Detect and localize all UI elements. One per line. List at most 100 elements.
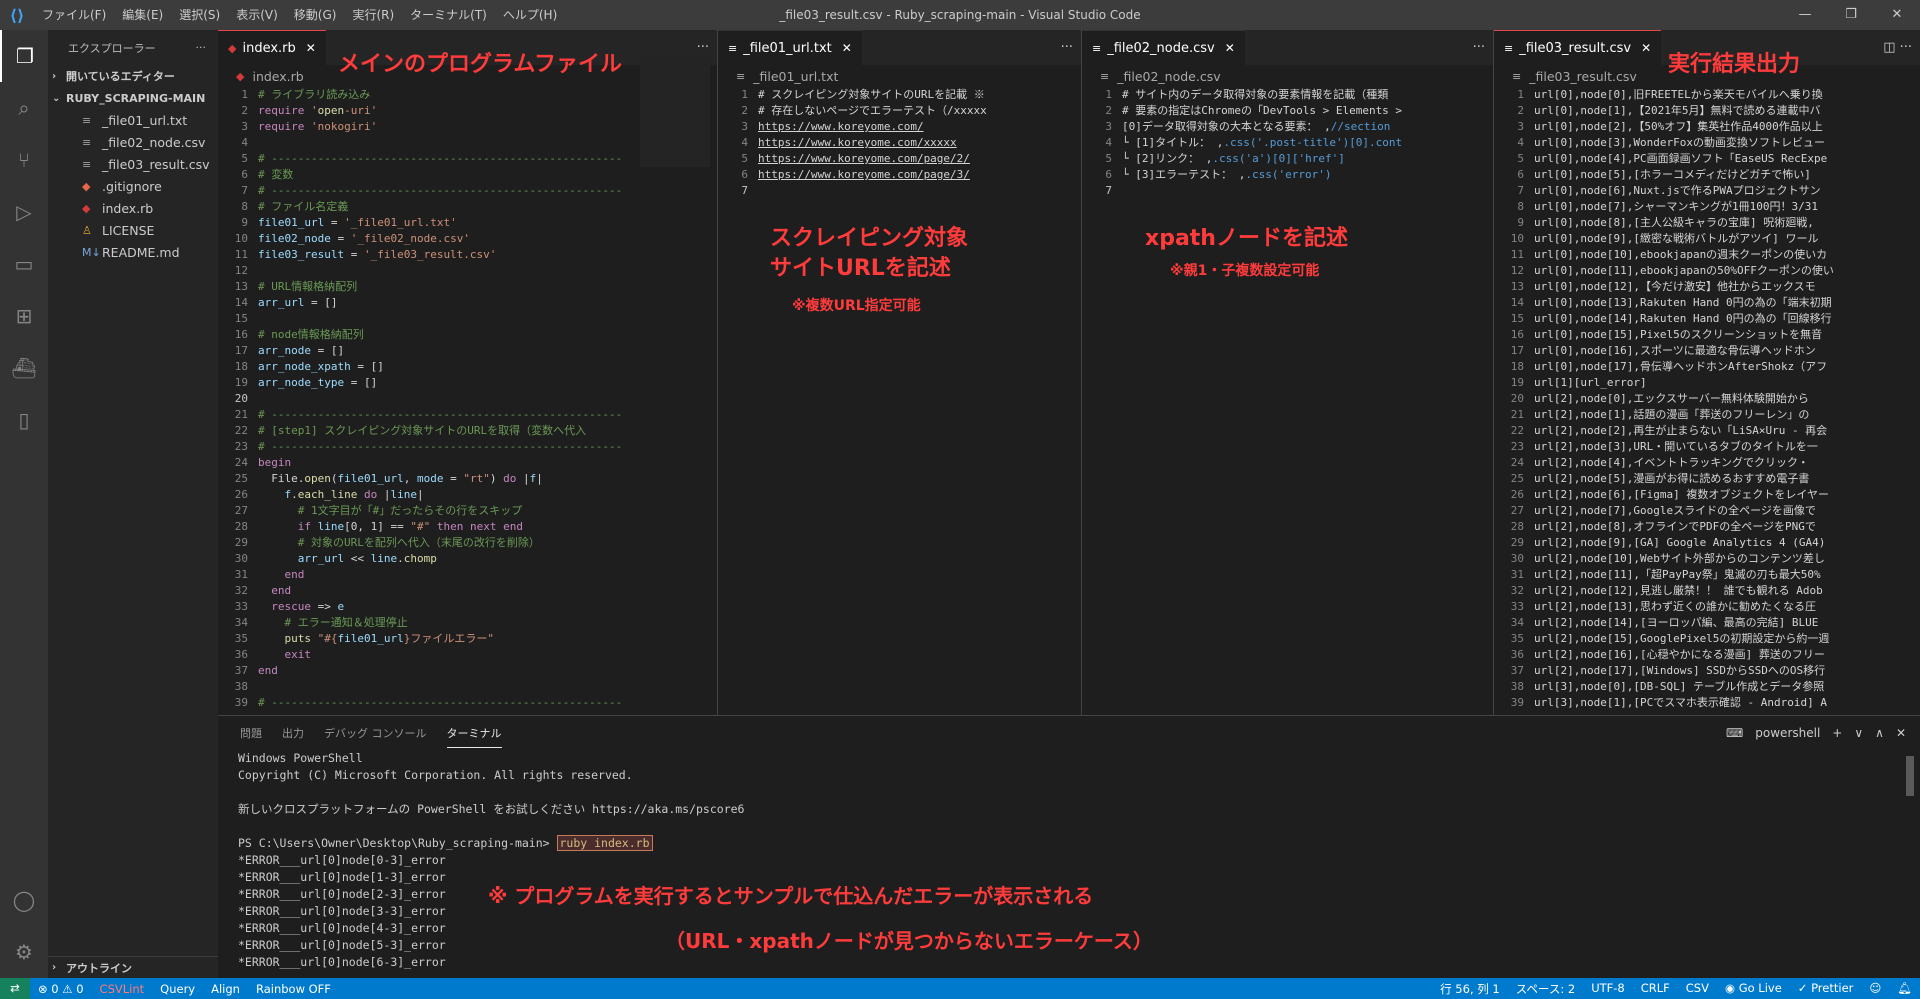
maximize-button[interactable]: ❐ (1828, 0, 1874, 30)
outline-section[interactable]: › アウトライン (48, 956, 218, 978)
manage-gear-icon[interactable]: ⚙ (0, 926, 48, 978)
line-text: url[2],node[8],オフラインでPDFの全ページをPNGで (1534, 520, 1816, 533)
file-item-gitignore[interactable]: ◆ .gitignore (48, 175, 218, 197)
line-ending[interactable]: CRLF (1633, 981, 1678, 997)
menu-view[interactable]: 表示(V) (228, 0, 286, 30)
file-name: LICENSE (102, 222, 155, 238)
code-editor[interactable]: 1 # ライブラリ読み込み 2 require 'open-uri' 3 require … (218, 87, 717, 711)
breadcrumb[interactable]: ≡ _file02_node.csv (1082, 65, 1493, 87)
open-editors-section[interactable]: › 開いているエディター (48, 65, 218, 87)
more-actions-icon[interactable]: ··· (196, 41, 207, 54)
shell-selector[interactable]: powershell (1755, 716, 1820, 750)
close-window-button[interactable]: ✕ (1874, 0, 1920, 30)
close-icon[interactable]: ✕ (1641, 41, 1651, 55)
new-terminal-icon[interactable]: + (1832, 716, 1842, 750)
problems-indicator[interactable]: ⊗ 0 ⚠ 0 (30, 982, 92, 996)
line-number: 7 (1105, 184, 1112, 197)
code-line: 39 # ------------------------------------… (218, 695, 717, 711)
code-line: 6 url[0],node[5],[ホラーコメディだけどガチで怖い] (1494, 167, 1920, 183)
menu-go[interactable]: 移動(G) (286, 0, 345, 30)
menu-run[interactable]: 実行(R) (344, 0, 402, 30)
language-mode[interactable]: CSV (1678, 981, 1717, 997)
tab-terminal[interactable]: ターミナル (446, 719, 502, 748)
query-button[interactable]: Query (152, 982, 203, 996)
align-button[interactable]: Align (203, 982, 248, 996)
account-icon[interactable]: ◯ (0, 874, 48, 926)
run-debug-icon[interactable]: ▷ (0, 186, 48, 238)
book-icon[interactable]: ▯ (0, 394, 48, 446)
code-line: 7 # -------------------------------------… (218, 183, 717, 199)
annotation-main-program: メインのプログラムファイル (338, 52, 623, 77)
explorer-header: エクスプローラー ··· (48, 30, 218, 65)
go-live-button[interactable]: ◉ Go Live (1717, 981, 1790, 997)
notifications-bell-icon[interactable]: 🔔︎ (1889, 981, 1920, 997)
line-number: 33 (1510, 600, 1524, 613)
file-item-file03[interactable]: ≡ _file03_result.csv (48, 153, 218, 175)
explorer-icon[interactable]: ❐ (0, 30, 48, 82)
file-name: .gitignore (102, 178, 162, 194)
breadcrumb[interactable]: ≡ _file01_url.txt (718, 65, 1081, 87)
line-text: url[0],node[8],[主人公級キャラの宝庫] 呪術廻戦, (1534, 216, 1814, 229)
more-actions-icon[interactable]: ··· (1061, 30, 1073, 65)
close-icon[interactable]: ✕ (1225, 41, 1235, 55)
menu-selection[interactable]: 選択(S) (171, 0, 228, 30)
workspace-root-section[interactable]: ⌄ RUBY_SCRAPING-MAIN (48, 87, 218, 109)
csvlint-indicator[interactable]: CSVLint (92, 982, 153, 996)
check-icon: ✓ (1797, 980, 1812, 995)
terminal-line: 新しいクロスプラットフォームの PowerShell をお試しください http… (238, 802, 745, 816)
line-number: 34 (1510, 616, 1524, 629)
menu-help[interactable]: ヘルプ(H) (495, 0, 565, 30)
menu-file[interactable]: ファイル(F) (34, 0, 114, 30)
git-icon: ◆ (82, 179, 91, 193)
tab-file03[interactable]: ≡ _file03_result.csv ✕ (1494, 30, 1662, 65)
tab-problems[interactable]: 問題 (240, 719, 262, 747)
menu-terminal[interactable]: ターミナル(T) (402, 0, 495, 30)
file-item-file01[interactable]: ≡ _file01_url.txt (48, 109, 218, 131)
minimize-button[interactable]: — (1782, 0, 1828, 30)
source-control-icon[interactable]: ⑂ (0, 134, 48, 186)
tab-file02[interactable]: ≡ _file02_node.csv ✕ (1082, 30, 1245, 65)
code-line: 5 https://www.koreyome.com/page/2/ (718, 151, 1081, 167)
file-item-file02[interactable]: ≡ _file02_node.csv (48, 131, 218, 153)
editor-group-file03: ≡ _file03_result.csv ✕ ◫ ··· ≡ _file03_r… (1493, 30, 1920, 715)
maximize-panel-icon[interactable]: ∧ (1875, 716, 1884, 750)
line-text: arr_url = [] (258, 296, 338, 309)
code-editor[interactable]: 1 # スクレイピング対象サイトのURLを記載 ※ 2 # 存在しないページでエラーテ… (718, 87, 1081, 199)
menu-edit[interactable]: 編集(E) (114, 0, 171, 30)
prettier-button[interactable]: ✓ Prettier (1790, 981, 1862, 997)
code-editor[interactable]: 1 # サイト内のデータ取得対象の要素情報を記載（種類 2 # 要素の指定はChrom… (1082, 87, 1493, 199)
encoding[interactable]: UTF-8 (1583, 981, 1633, 997)
docker-icon[interactable]: ⛴ (0, 342, 48, 394)
split-editor-icon[interactable]: ◫ ··· (1883, 30, 1912, 65)
close-panel-icon[interactable]: ✕ (1896, 716, 1906, 750)
remote-indicator-icon[interactable]: ⇄ (0, 978, 30, 999)
file-item-license[interactable]: ♙ LICENSE (48, 219, 218, 241)
close-icon[interactable]: ✕ (842, 41, 852, 55)
rainbow-toggle[interactable]: Rainbow OFF (248, 982, 339, 996)
tab-file01[interactable]: ≡ _file01_url.txt ✕ (718, 30, 862, 65)
breadcrumb-file: _file01_url.txt (753, 68, 839, 84)
tab-output[interactable]: 出力 (282, 719, 304, 747)
close-icon[interactable]: ✕ (306, 41, 316, 55)
code-editor[interactable]: 1 url[0],node[0],旧FREETELから楽天モバイルへ乗り換 2 url… (1494, 87, 1920, 711)
chevron-down-icon[interactable]: ∨ (1854, 716, 1863, 750)
feedback-icon[interactable]: ☺ (1861, 981, 1889, 997)
line-number: 5 (1105, 152, 1112, 165)
code-line: 25 url[2],node[5],漫画がお得に読めるおすすめ電子書 (1494, 471, 1920, 487)
more-actions-icon[interactable]: ··· (1473, 30, 1485, 65)
minimap[interactable] (640, 57, 710, 167)
cursor-position[interactable]: 行 56, 列 1 (1432, 981, 1508, 997)
tab-debug-console[interactable]: デバッグ コンソール (324, 719, 427, 747)
file-item-readme[interactable]: M↓ README.md (48, 241, 218, 263)
file-item-index[interactable]: ◆ index.rb (48, 197, 218, 219)
panel-actions: ⌨ powershell + ∨ ∧ ✕ (1726, 716, 1906, 750)
tab-index-rb[interactable]: ◆ index.rb ✕ (218, 30, 326, 65)
code-line: 12 url[0],node[11],ebookjapanの50%OFFクーポンの… (1494, 263, 1920, 279)
terminal-scrollbar[interactable] (1906, 756, 1914, 796)
indentation[interactable]: スペース: 2 (1508, 981, 1583, 997)
search-icon[interactable]: ⌕ (0, 82, 48, 134)
extensions-icon[interactable]: ⊞ (0, 290, 48, 342)
line-number: 9 (241, 216, 248, 229)
code-line: 18 arr_node_xpath = [] (218, 359, 717, 375)
remote-explorer-icon[interactable]: ▭ (0, 238, 48, 290)
